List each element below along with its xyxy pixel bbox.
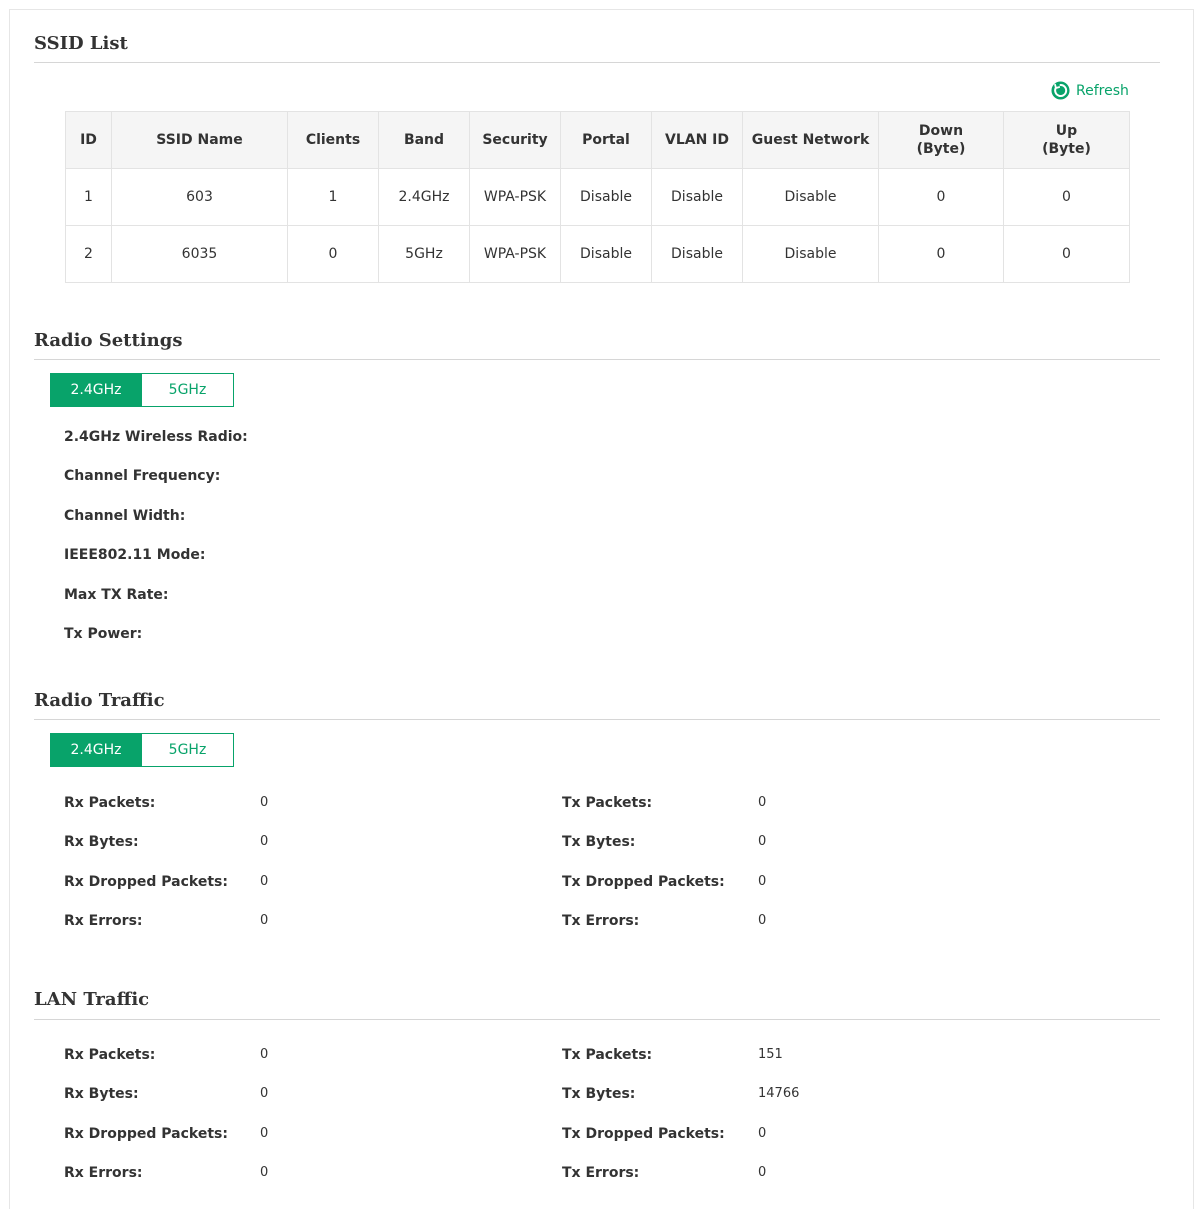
max-tx-rate-label: Max TX Rate:: [64, 587, 169, 603]
lan-rx-errors-value: 0: [260, 1165, 269, 1180]
rx-dropped-label: Rx Dropped Packets:: [64, 874, 228, 890]
lan-tx-dropped-value: 0: [758, 1126, 767, 1141]
lan-tx-errors-label: Tx Errors:: [562, 1165, 640, 1181]
table-cell: 0: [1003, 168, 1130, 226]
lan-rx-dropped-label: Rx Dropped Packets:: [64, 1126, 228, 1142]
column-header: Portal: [560, 111, 652, 169]
lan-tx-packets-value: 151: [758, 1047, 783, 1062]
lan-traffic-title: LAN Traffic: [34, 989, 150, 1010]
column-header: Down (Byte): [878, 111, 1004, 169]
table-cell: 603: [111, 168, 288, 226]
tx-bytes-value: 0: [758, 834, 767, 849]
ssid-table: ID SSID Name Clients Band Security Porta…: [65, 111, 1130, 283]
table-cell: 1: [287, 168, 379, 226]
ssid-list-title: SSID List: [34, 33, 128, 54]
tx-bytes-label: Tx Bytes:: [562, 834, 636, 850]
column-header: Security: [469, 111, 561, 169]
tab-5ghz[interactable]: 5GHz: [142, 373, 234, 407]
lan-tx-dropped-label: Tx Dropped Packets:: [562, 1126, 725, 1142]
table-cell: 0: [1003, 225, 1130, 283]
rx-errors-label: Rx Errors:: [64, 913, 143, 929]
tx-packets-value: 0: [758, 795, 767, 810]
column-header: ID: [65, 111, 112, 169]
table-header-row: ID SSID Name Clients Band Security Porta…: [65, 111, 1130, 169]
tab-2-4ghz[interactable]: 2.4GHz: [50, 373, 142, 407]
rx-packets-value: 0: [260, 795, 269, 810]
tx-errors-label: Tx Errors:: [562, 913, 640, 929]
lan-tx-bytes-value: 14766: [758, 1086, 800, 1101]
column-header: Guest Network: [742, 111, 879, 169]
tx-power-label: Tx Power:: [64, 626, 143, 642]
rx-packets-label: Rx Packets:: [64, 795, 156, 811]
table-cell: 6035: [111, 225, 288, 283]
lan-rx-errors-label: Rx Errors:: [64, 1165, 143, 1181]
table-cell: Disable: [742, 225, 879, 283]
radio-settings-title: Radio Settings: [34, 330, 183, 351]
table-cell: 5GHz: [378, 225, 470, 283]
lan-rx-packets-value: 0: [260, 1047, 269, 1062]
table-row: 1 603 1 2.4GHz WPA-PSK Disable Disable D…: [65, 168, 1130, 226]
table-cell: Disable: [651, 225, 743, 283]
lan-rx-packets-label: Rx Packets:: [64, 1047, 156, 1063]
table-cell: WPA-PSK: [469, 168, 561, 226]
tx-errors-value: 0: [758, 913, 767, 928]
table-cell: 2.4GHz: [378, 168, 470, 226]
table-cell: 2: [65, 225, 112, 283]
divider: [34, 1019, 1160, 1020]
lan-tx-errors-value: 0: [758, 1165, 767, 1180]
refresh-label: Refresh: [1076, 82, 1129, 99]
radio-traffic-title: Radio Traffic: [34, 690, 165, 711]
table-cell: Disable: [651, 168, 743, 226]
rx-bytes-label: Rx Bytes:: [64, 834, 139, 850]
table-cell: 0: [878, 168, 1004, 226]
lan-tx-bytes-label: Tx Bytes:: [562, 1086, 636, 1102]
tab-2-4ghz[interactable]: 2.4GHz: [50, 733, 142, 767]
table-cell: 1: [65, 168, 112, 226]
lan-rx-bytes-label: Rx Bytes:: [64, 1086, 139, 1102]
rx-dropped-value: 0: [260, 874, 269, 889]
lan-rx-bytes-value: 0: [260, 1086, 269, 1101]
table-row: 2 6035 0 5GHz WPA-PSK Disable Disable Di…: [65, 225, 1130, 283]
column-header: Clients: [287, 111, 379, 169]
table-cell: WPA-PSK: [469, 225, 561, 283]
channel-width-label: Channel Width:: [64, 508, 186, 524]
column-header: Up (Byte): [1003, 111, 1130, 169]
table-cell: 0: [878, 225, 1004, 283]
radio-settings-band-tabs: 2.4GHz 5GHz: [50, 373, 234, 407]
tx-dropped-label: Tx Dropped Packets:: [562, 874, 725, 890]
tx-packets-label: Tx Packets:: [562, 795, 653, 811]
column-header: VLAN ID: [651, 111, 743, 169]
channel-frequency-label: Channel Frequency:: [64, 468, 221, 484]
divider: [34, 359, 1160, 360]
table-cell: 0: [287, 225, 379, 283]
tab-5ghz[interactable]: 5GHz: [142, 733, 234, 767]
tx-dropped-value: 0: [758, 874, 767, 889]
rx-errors-value: 0: [260, 913, 269, 928]
lan-rx-dropped-value: 0: [260, 1126, 269, 1141]
ieee-mode-label: IEEE802.11 Mode:: [64, 547, 206, 563]
wireless-radio-label: 2.4GHz Wireless Radio:: [64, 429, 248, 445]
rx-bytes-value: 0: [260, 834, 269, 849]
lan-tx-packets-label: Tx Packets:: [562, 1047, 653, 1063]
divider: [34, 719, 1160, 720]
table-cell: Disable: [560, 225, 652, 283]
refresh-button[interactable]: Refresh: [1051, 81, 1129, 100]
divider: [34, 62, 1160, 63]
table-cell: Disable: [560, 168, 652, 226]
radio-traffic-band-tabs: 2.4GHz 5GHz: [50, 733, 234, 767]
refresh-icon: [1051, 81, 1070, 100]
column-header: SSID Name: [111, 111, 288, 169]
table-cell: Disable: [742, 168, 879, 226]
column-header: Band: [378, 111, 470, 169]
